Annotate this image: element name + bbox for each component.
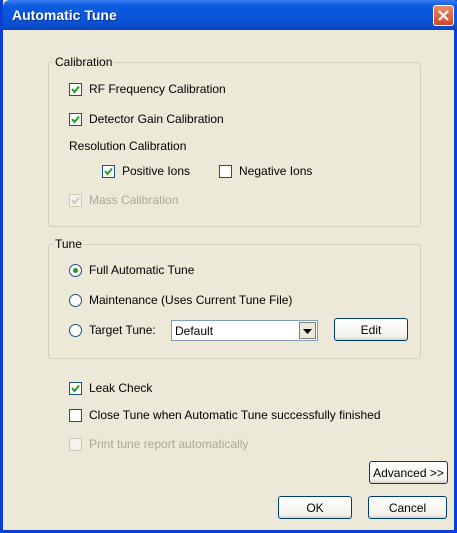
edit-button-label: Edit — [360, 322, 382, 337]
calibration-legend: Calibration — [53, 55, 115, 69]
close-button[interactable] — [433, 5, 454, 26]
close-tune-option[interactable]: Close Tune when Automatic Tune successfu… — [69, 408, 381, 422]
full-automatic-label: Full Automatic Tune — [89, 263, 195, 277]
positive-ions-checkbox[interactable] — [102, 164, 115, 178]
radio-selected-dot — [73, 267, 78, 273]
target-tune-dropdown[interactable]: Default — [171, 320, 318, 341]
checkmark-icon — [71, 115, 80, 124]
maintenance-label: Maintenance (Uses Current Tune File) — [89, 293, 293, 307]
target-tune-option[interactable]: Target Tune: — [69, 323, 156, 337]
full-automatic-option[interactable]: Full Automatic Tune — [69, 263, 194, 277]
resolution-heading: Resolution Calibration — [69, 139, 186, 153]
advanced-button[interactable]: Advanced >> — [369, 461, 448, 484]
print-report-checkbox — [69, 437, 82, 451]
maintenance-option[interactable]: Maintenance (Uses Current Tune File) — [69, 293, 292, 307]
detector-gain-label: Detector Gain Calibration — [89, 112, 224, 126]
detector-gain-option[interactable]: Detector Gain Calibration — [69, 112, 224, 126]
target-tune-value: Default — [175, 324, 214, 338]
ok-button[interactable]: OK — [278, 496, 352, 519]
rf-frequency-label: RF Frequency Calibration — [89, 82, 226, 96]
checkmark-icon — [71, 196, 80, 205]
cancel-button[interactable]: Cancel — [368, 496, 447, 519]
print-report-option: Print tune report automatically — [69, 437, 248, 451]
mass-calibration-option: Mass Calibration — [69, 193, 178, 207]
window-title: Automatic Tune — [12, 7, 117, 23]
close-tune-checkbox[interactable] — [69, 408, 82, 422]
mass-calibration-label: Mass Calibration — [89, 193, 179, 207]
advanced-button-label: Advanced >> — [373, 465, 444, 480]
positive-ions-option[interactable]: Positive Ions — [102, 164, 190, 178]
close-icon — [438, 10, 449, 21]
target-tune-label: Target Tune: — [89, 323, 156, 337]
close-tune-label: Close Tune when Automatic Tune successfu… — [89, 408, 381, 422]
rf-frequency-checkbox[interactable] — [69, 82, 82, 96]
full-automatic-radio[interactable] — [69, 263, 82, 277]
leak-check-label: Leak Check — [89, 381, 153, 395]
leak-check-option[interactable]: Leak Check — [69, 381, 152, 395]
cancel-button-label: Cancel — [388, 500, 427, 515]
ok-button-label: OK — [306, 500, 324, 515]
target-tune-radio[interactable] — [69, 323, 82, 337]
print-report-label: Print tune report automatically — [89, 437, 249, 451]
tune-legend: Tune — [53, 237, 84, 251]
rf-frequency-option[interactable]: RF Frequency Calibration — [69, 82, 226, 96]
checkmark-icon — [71, 384, 80, 393]
edit-button[interactable]: Edit — [334, 318, 408, 341]
maintenance-radio[interactable] — [69, 293, 82, 307]
dropdown-button[interactable] — [299, 322, 316, 339]
leak-check-checkbox[interactable] — [69, 381, 82, 395]
title-bar: Automatic Tune — [3, 0, 457, 30]
checkmark-icon — [104, 167, 113, 176]
checkmark-icon — [71, 85, 80, 94]
negative-ions-label: Negative Ions — [239, 164, 313, 178]
positive-ions-label: Positive Ions — [122, 164, 191, 178]
detector-gain-checkbox[interactable] — [69, 112, 82, 126]
negative-ions-option[interactable]: Negative Ions — [219, 164, 312, 178]
resolution-heading-text: Resolution Calibration — [69, 139, 187, 153]
negative-ions-checkbox[interactable] — [219, 164, 232, 178]
automatic-tune-dialog: Automatic Tune Calibration RF Frequency … — [0, 0, 457, 533]
chevron-down-icon — [303, 329, 312, 334]
mass-calibration-checkbox — [69, 193, 82, 207]
